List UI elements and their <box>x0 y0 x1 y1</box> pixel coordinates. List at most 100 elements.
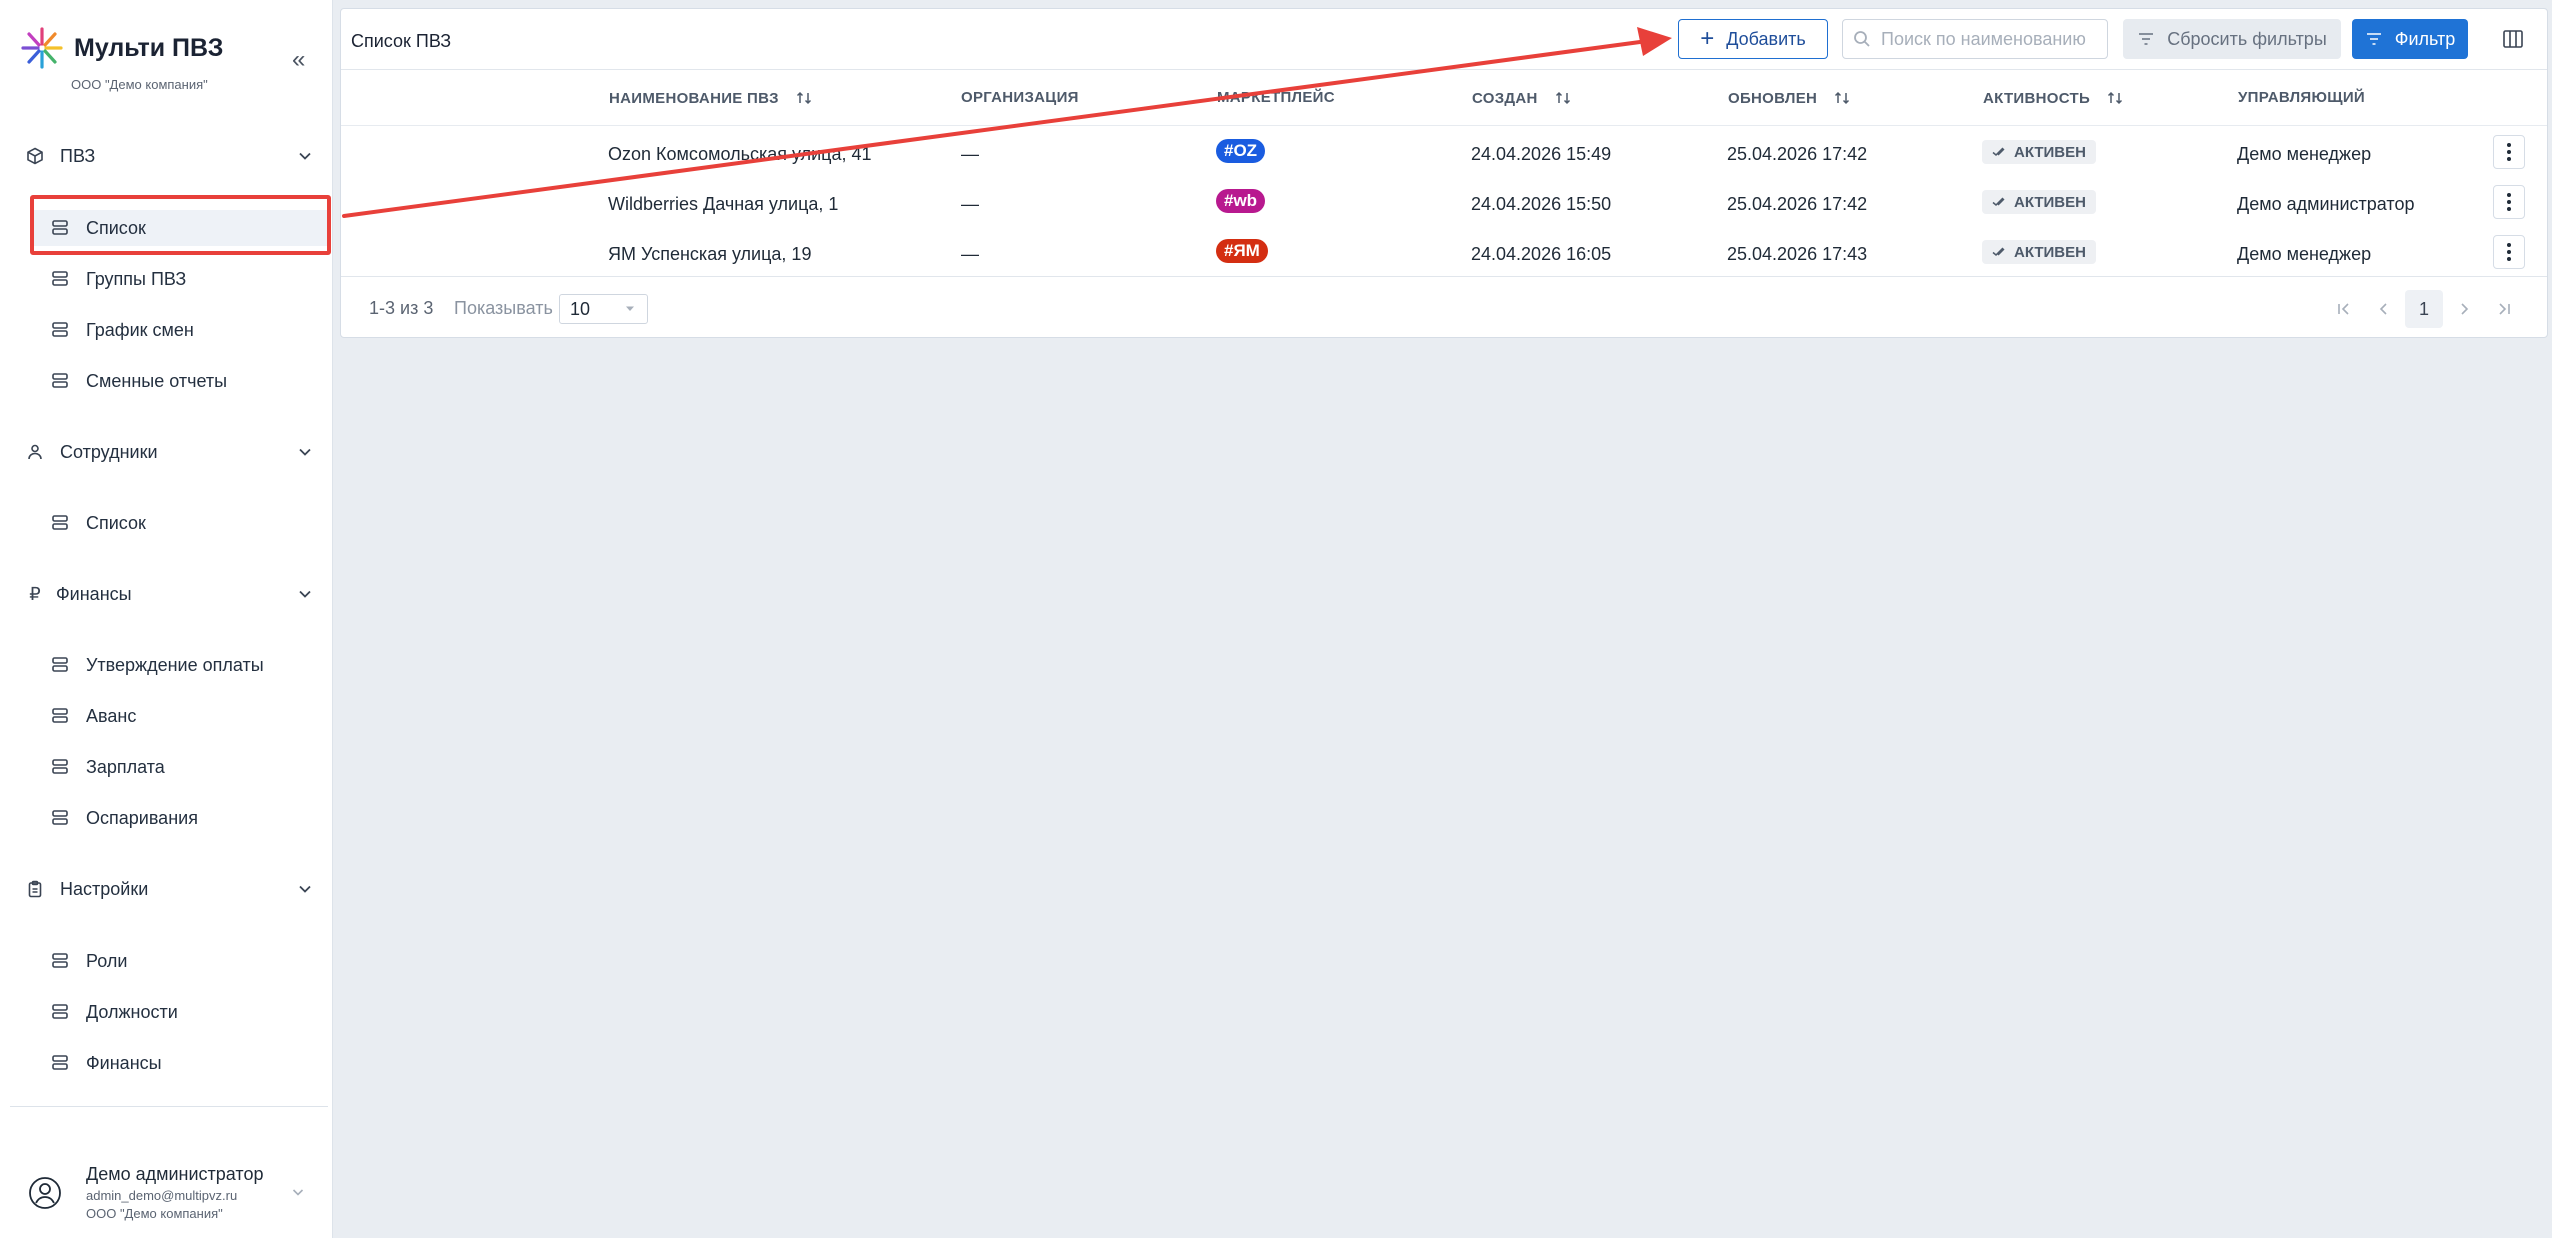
server-icon <box>52 759 68 774</box>
sort-icon[interactable] <box>795 89 813 107</box>
toolbar-divider <box>341 69 2547 70</box>
sidebar-section-finance[interactable]: ₽ Финансы <box>24 576 314 612</box>
server-icon <box>52 515 68 530</box>
user-menu[interactable]: Демо администратор admin_demo@multipvz.r… <box>0 1146 333 1236</box>
table-row[interactable]: Ozon Комсомольская улица, 41 — #OZ 24.04… <box>341 129 2547 179</box>
cell-created: 24.04.2026 15:49 <box>1471 144 1612 164</box>
cell-updated: 25.04.2026 17:43 <box>1727 244 1868 264</box>
column-header-name[interactable]: НАИМЕНОВАНИЕ ПВЗ <box>609 89 813 107</box>
kebab-icon <box>2507 143 2511 161</box>
page-button-current[interactable]: 1 <box>2405 290 2443 328</box>
table-row[interactable]: ЯМ Успенская улица, 19 — #ЯМ 24.04.2026 … <box>341 229 2547 279</box>
cell-organization: — <box>961 244 979 264</box>
server-icon <box>52 657 68 672</box>
prev-page-button[interactable] <box>2365 290 2403 328</box>
cell-name: ЯМ Успенская улица, 19 <box>608 244 812 264</box>
column-header-label: МАРКЕТПЛЕЙС <box>1217 89 1335 106</box>
sidebar-item-positions[interactable]: Должности <box>50 994 320 1030</box>
sort-icon[interactable] <box>1554 89 1572 107</box>
server-icon <box>52 1055 68 1070</box>
double-check-icon <box>1992 247 2005 257</box>
user-org: ООО "Демо компания" <box>86 1206 223 1221</box>
reset-filters-label: Сбросить фильтры <box>2167 28 2327 49</box>
row-menu-button[interactable] <box>2493 185 2525 219</box>
sidebar-item-roles[interactable]: Роли <box>50 943 320 979</box>
person-icon <box>24 441 46 463</box>
filter-lines-icon <box>2139 33 2154 45</box>
ruble-icon: ₽ <box>29 583 41 604</box>
header-divider <box>341 125 2547 126</box>
cell-updated: 25.04.2026 17:42 <box>1727 194 1868 214</box>
search-input[interactable] <box>1881 28 2101 50</box>
status-badge: АКТИВЕН <box>1982 240 2096 264</box>
sidebar-section-settings[interactable]: Настройки <box>24 871 314 907</box>
filter-lines-icon <box>2366 33 2381 45</box>
footer-divider <box>341 276 2547 277</box>
status-badge: АКТИВЕН <box>1982 140 2096 164</box>
double-check-icon <box>1992 147 2005 157</box>
user-name: Демо администратор <box>86 1164 264 1184</box>
column-header-manager: УПРАВЛЯЮЩИЙ <box>2238 89 2365 106</box>
last-page-button[interactable] <box>2485 290 2523 328</box>
server-icon <box>52 373 68 388</box>
sidebar-item-advance[interactable]: Аванс <box>50 698 320 734</box>
caret-down-icon <box>626 306 634 311</box>
double-chevron-left-icon[interactable]: « <box>292 46 305 74</box>
chevron-down-icon <box>299 448 311 456</box>
marketplace-badge-yandex-market: #ЯМ <box>1216 239 1268 263</box>
reset-filters-button[interactable]: Сбросить фильтры <box>2123 19 2341 59</box>
sidebar-section-label: Сотрудники <box>60 441 158 462</box>
sidebar-item-pvz-groups[interactable]: Группы ПВЗ <box>50 261 320 297</box>
sort-icon[interactable] <box>1833 89 1851 107</box>
sidebar-section-employees[interactable]: Сотрудники <box>24 434 314 470</box>
filter-button[interactable]: Фильтр <box>2352 19 2468 59</box>
page-title: Список ПВЗ <box>351 31 452 51</box>
sidebar-section-pvz[interactable]: ПВЗ <box>24 138 314 174</box>
next-page-button[interactable] <box>2445 290 2483 328</box>
columns-icon[interactable] <box>2501 27 2525 51</box>
column-header-created[interactable]: СОЗДАН <box>1472 89 1572 107</box>
sidebar-item-employees-list[interactable]: Список <box>50 505 320 541</box>
column-header-label: ОБНОВЛЕН <box>1728 89 1818 107</box>
status-badge: АКТИВЕН <box>1982 190 2096 214</box>
add-button[interactable]: + Добавить <box>1678 19 1828 59</box>
search-field[interactable] <box>1842 19 2108 59</box>
row-menu-button[interactable] <box>2493 235 2525 269</box>
sidebar-item-settings-finance[interactable]: Финансы <box>50 1045 320 1081</box>
annotation-highlight-box <box>30 195 331 255</box>
plus-icon: + <box>1700 25 1715 52</box>
marketplace-badge-ozon: #OZ <box>1216 139 1266 163</box>
page-size-select[interactable]: 10 <box>559 294 648 324</box>
pvz-list-card: Список ПВЗ + Добавить Сбросить фильтры Ф… <box>340 8 2548 338</box>
sidebar-item-label: График смен <box>86 319 194 340</box>
page-size-label: Показывать <box>454 298 553 318</box>
row-menu-button[interactable] <box>2493 135 2525 169</box>
sidebar-section-label: Настройки <box>60 878 149 899</box>
status-label: АКТИВЕН <box>2014 193 2086 211</box>
column-header-updated[interactable]: ОБНОВЛЕН <box>1728 89 1851 107</box>
sidebar-item-shift-reports[interactable]: Сменные отчеты <box>50 363 320 399</box>
search-icon <box>1854 31 1870 47</box>
sidebar-item-disputes[interactable]: Оспаривания <box>50 800 320 836</box>
sidebar-item-shift-schedule[interactable]: График смен <box>50 312 320 348</box>
sidebar-item-salary[interactable]: Зарплата <box>50 749 320 785</box>
cube-icon <box>24 145 46 167</box>
chevron-right-icon <box>2461 303 2469 315</box>
sidebar-item-payment-approval[interactable]: Утверждение оплаты <box>50 647 320 683</box>
cell-organization: — <box>961 194 979 214</box>
last-page-icon <box>2499 303 2510 315</box>
sidebar-item-label: Сменные отчеты <box>86 370 228 391</box>
status-label: АКТИВЕН <box>2014 143 2086 161</box>
status-label: АКТИВЕН <box>2014 243 2086 261</box>
first-page-button[interactable] <box>2325 290 2363 328</box>
brand: Мульти ПВЗ <box>20 26 223 70</box>
column-header-activity[interactable]: АКТИВНОСТЬ <box>1983 89 2124 107</box>
table-row[interactable]: Wildberries Дачная улица, 1 — #wb 24.04.… <box>341 179 2547 229</box>
column-header-organization: ОРГАНИЗАЦИЯ <box>961 89 1079 106</box>
sort-icon[interactable] <box>2106 89 2124 107</box>
sidebar-item-label: Должности <box>86 1001 178 1022</box>
double-check-icon <box>1992 197 2005 207</box>
column-header-label: СОЗДАН <box>1472 89 1538 107</box>
chevron-down-icon <box>299 590 311 598</box>
add-button-label: Добавить <box>1726 28 1806 49</box>
